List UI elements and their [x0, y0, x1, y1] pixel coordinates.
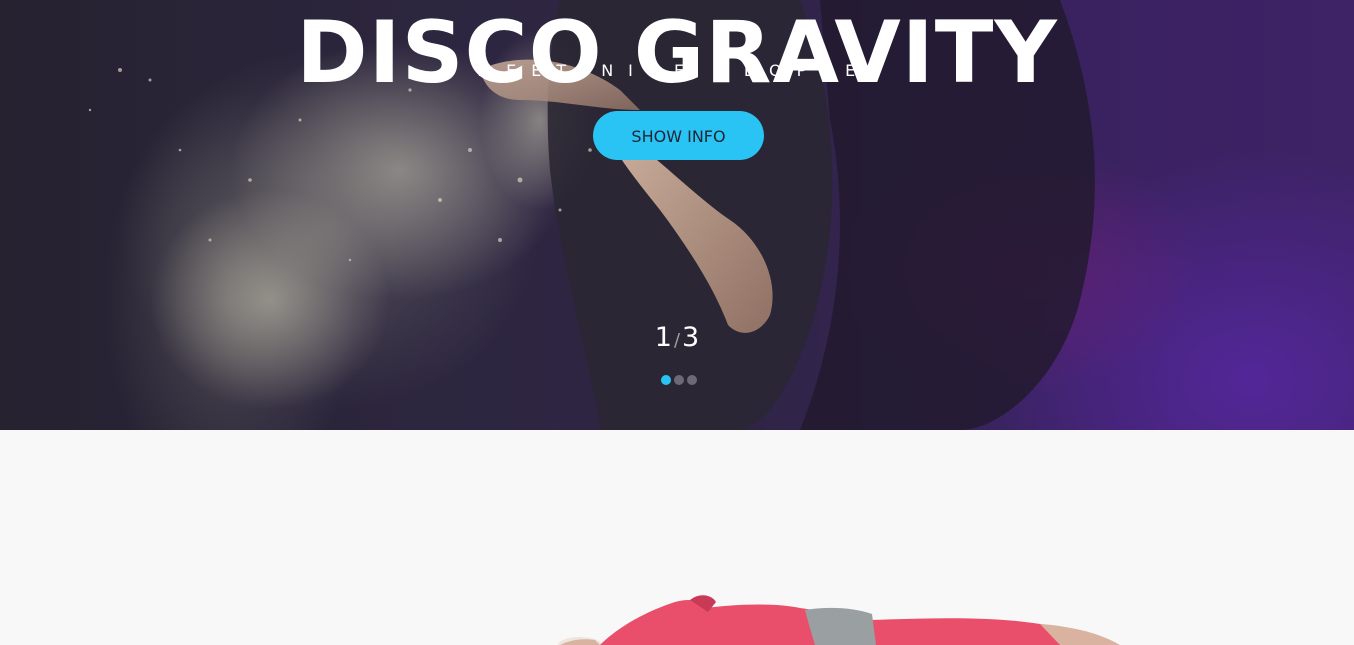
- slide-total: 3: [682, 322, 700, 353]
- show-info-button[interactable]: SHOW INFO: [593, 111, 764, 160]
- section-image: [558, 595, 1120, 645]
- slide-dot-2[interactable]: [674, 375, 684, 385]
- content-section: [0, 430, 1354, 645]
- hero-subtitle: MEET NICE PEOPLE!: [477, 61, 892, 80]
- hero-title: DISCO GRAVITY: [296, 2, 1058, 103]
- slide-counter: 1/3: [627, 322, 727, 357]
- hero-slider: DISCO GRAVITY MEET NICE PEOPLE! SHOW INF…: [0, 0, 1354, 430]
- slide-dot-3[interactable]: [687, 375, 697, 385]
- slide-current: 1: [654, 322, 672, 353]
- slide-separator: /: [673, 330, 681, 351]
- slide-dot-1[interactable]: [661, 375, 671, 385]
